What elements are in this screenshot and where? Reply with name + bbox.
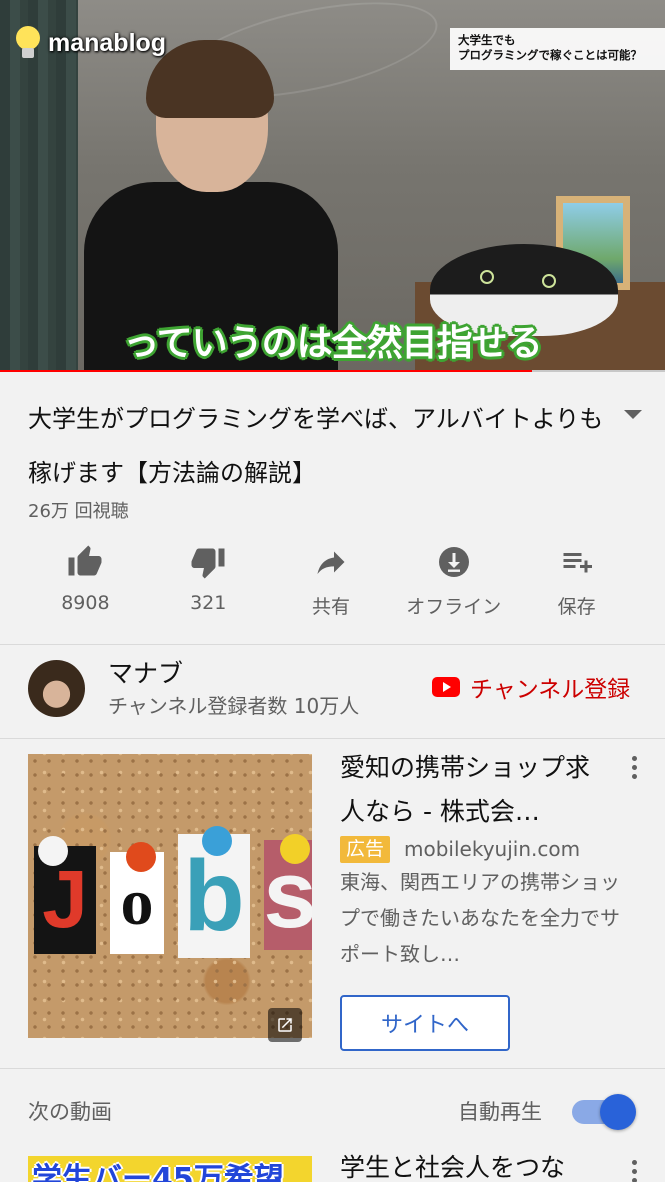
view-count: 26万 回視聴 [28, 501, 129, 522]
lightbulb-icon [14, 26, 42, 60]
next-video-title[interactable]: 学生と社会人をつな [340, 1148, 620, 1182]
pin [202, 826, 232, 856]
progress-fill [0, 370, 532, 372]
ad-thumbnail[interactable]: J o b s [28, 754, 312, 1038]
share-icon [317, 551, 345, 574]
corner-caption-line1: 大学生でも [458, 33, 516, 47]
video-player[interactable]: manablog 大学生でも プログラミングで稼ぐことは可能？ っていうのは全然… [0, 0, 665, 372]
corner-caption-line2: プログラミングで稼ぐことは可能？ [458, 48, 642, 62]
channel-name[interactable]: マナブ [108, 654, 183, 690]
youtube-icon [432, 677, 460, 697]
pin [38, 836, 68, 866]
pin [280, 834, 310, 864]
ad-domain: mobilekyujin.com [404, 837, 581, 861]
like-button[interactable]: 8908 [24, 544, 147, 619]
next-thumb-text: 学生バー45万希望 [32, 1162, 284, 1182]
visit-site-button[interactable]: サイトへ [340, 995, 510, 1051]
autoplay-label: 自動再生 [458, 1100, 542, 1124]
more-options-icon[interactable] [632, 1160, 637, 1182]
video-title: 大学生がプログラミングを学べば、アルバイトよりも稼げます【方法論の解説】 [28, 405, 604, 487]
divider [0, 644, 665, 645]
save-label: 保存 [557, 596, 596, 618]
subscribe-button[interactable]: チャンネル登録 [432, 670, 630, 704]
more-options-icon[interactable] [632, 756, 637, 779]
playlist-add-icon [563, 553, 592, 573]
offline-label: オフライン [406, 596, 502, 618]
thumbs-down-icon [191, 548, 225, 579]
subscribe-label: チャンネル登録 [470, 677, 631, 703]
download-icon [438, 547, 469, 577]
video-subtitle: っていうのは全然目指せる [123, 323, 542, 364]
save-button[interactable]: 保存 [515, 544, 638, 619]
download-button[interactable]: オフライン [392, 544, 515, 619]
ad-title[interactable]: 愛知の携帯ショップ求人なら - 株式会… [340, 746, 608, 834]
logo-text: manablog [48, 28, 167, 57]
dislike-count: 321 [190, 592, 227, 614]
thumbs-up-icon [68, 545, 102, 576]
channel-logo: manablog [14, 26, 166, 60]
expand-description-icon[interactable] [624, 410, 642, 419]
dislike-button[interactable]: 321 [147, 544, 270, 619]
like-count: 8908 [61, 592, 110, 614]
next-video-thumbnail[interactable]: 学生バー45万希望 [28, 1156, 312, 1182]
ad-badge: 広告 [340, 836, 391, 863]
share-label: 共有 [311, 596, 350, 618]
channel-avatar[interactable] [28, 660, 85, 717]
corner-caption: 大学生でも プログラミングで稼ぐことは可能？ [450, 28, 665, 70]
autoplay-toggle[interactable] [572, 1094, 636, 1130]
action-bar: 8908 321 共有 オフライン 保存 [24, 544, 638, 619]
pin [126, 842, 156, 872]
external-link-icon[interactable] [268, 1008, 302, 1042]
divider [0, 1068, 665, 1069]
subscriber-count: チャンネル登録者数 10万人 [108, 694, 360, 718]
up-next-label: 次の動画 [28, 1100, 112, 1124]
divider [0, 738, 665, 739]
ad-description: 東海、関西エリアの携帯ショップで働きたいあなたを全力でサポート致し… [340, 870, 620, 966]
share-button[interactable]: 共有 [270, 544, 393, 619]
progress-bar[interactable] [0, 370, 665, 372]
